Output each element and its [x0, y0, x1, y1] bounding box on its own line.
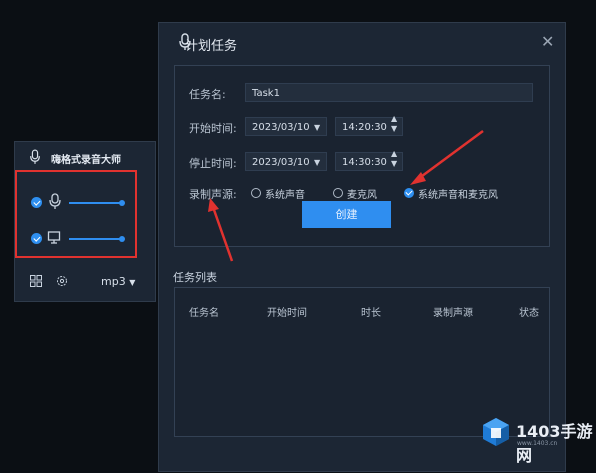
speaker-monitor-icon: [47, 231, 61, 244]
arrow-head: [208, 198, 219, 212]
dropdown-arrow-icon: ▼: [129, 278, 136, 287]
system-volume-knob[interactable]: [119, 236, 125, 242]
gear-icon[interactable]: [56, 275, 68, 287]
system-volume-slider[interactable]: [69, 238, 121, 240]
mic-volume-slider[interactable]: [69, 202, 121, 204]
annotation-arrow: [417, 129, 484, 181]
format-value: mp3: [101, 275, 126, 288]
grid-icon[interactable]: [30, 275, 42, 287]
mic-volume-knob[interactable]: [119, 200, 125, 206]
microphone-icon: [30, 149, 40, 164]
annotation-arrow: [211, 206, 234, 262]
highlight-box: [15, 170, 137, 258]
microphone-icon: [49, 193, 61, 209]
watermark-url: www.1403.cn: [517, 440, 558, 447]
recorder-widget: 嗨格式录音大师 mp3 ▼: [14, 141, 156, 302]
system-sound-checkbox[interactable]: [31, 233, 42, 244]
widget-title: 嗨格式录音大师: [51, 155, 121, 166]
format-select[interactable]: mp3 ▼: [101, 275, 135, 288]
mic-checkbox[interactable]: [31, 197, 42, 208]
cube-logo-icon: [483, 418, 509, 446]
